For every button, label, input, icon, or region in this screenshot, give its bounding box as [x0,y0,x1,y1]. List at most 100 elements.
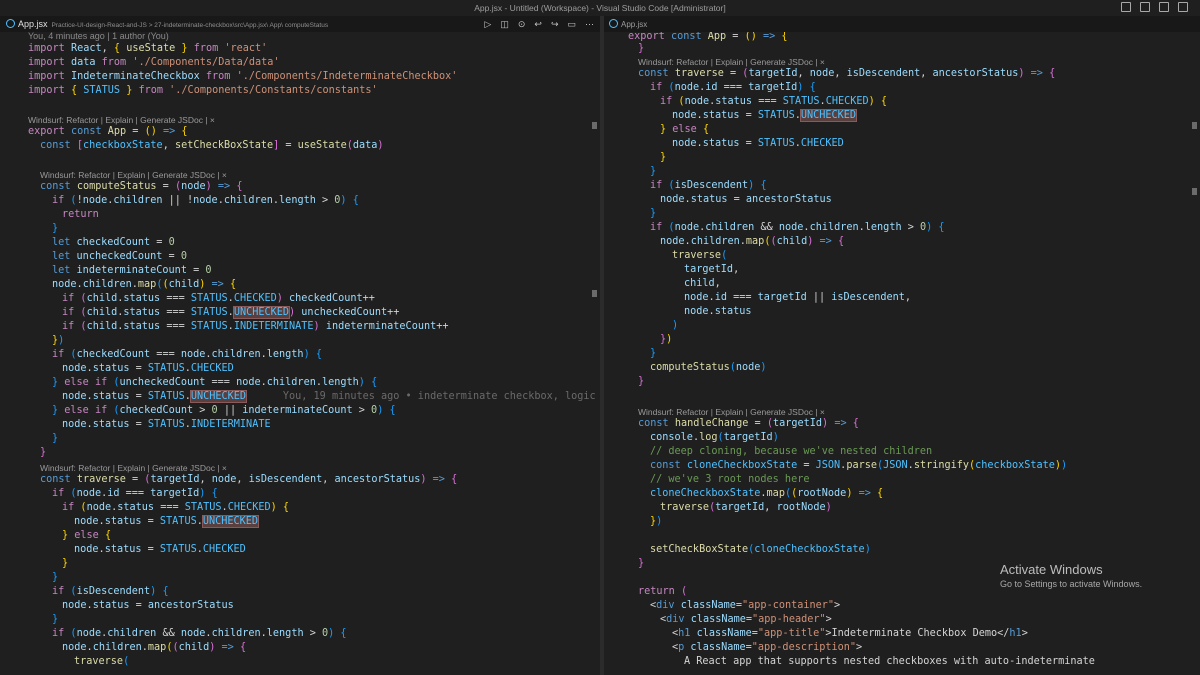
more-icon[interactable]: ⋯ [585,19,594,30]
code-line: child, [684,278,721,289]
scrollbar-marker [592,122,597,129]
code-line: } [660,152,667,163]
code-line: } else { [62,530,112,541]
split-icon[interactable]: ◫ [500,19,509,30]
code-line: } [62,558,69,569]
editor-actions: ▷ ◫ ⊙ ↩ ↪ ▭ ⋯ [484,19,594,30]
code-line: if (child.status === STATUS.INDETERMINAT… [62,321,449,332]
code-line: if (isDescendent) { [52,586,169,597]
code-line: <div className="app-header"> [660,614,832,625]
code-line: import data from './Components/Data/data… [28,57,280,68]
right-tab-row: App.jsx [604,16,1200,32]
code-line: computeStatus(node) [650,362,767,373]
inline-blame[interactable]: You, 19 minutes ago • indeterminate chec… [283,391,600,402]
code-line: node.status = STATUS.CHECKED [74,544,246,555]
code-line: traverse(targetId, rootNode) [660,502,832,513]
code-line: } [650,348,657,359]
code-line: const cloneCheckboxState = JSON.parse(JS… [650,460,1068,471]
code-line: if (node.id === targetId) { [52,488,218,499]
toggle-panel-icon[interactable] [1140,2,1150,12]
code-line: if (checkedCount === node.children.lengt… [52,349,322,360]
code-line: } else { [660,124,710,135]
right-tab-app-jsx[interactable]: App.jsx [609,19,647,29]
code-line: } else if (uncheckedCount === node.child… [52,377,378,388]
title-bar: App.jsx - Untitled (Workspace) - Visual … [0,0,1200,16]
code-line: <p className="app-description"> [672,642,863,653]
toggle-primary-sidebar-icon[interactable] [1121,2,1131,12]
code-line: } [40,447,47,458]
code-line: } [52,614,59,625]
code-line: node.status = ancestorStatus [62,600,234,611]
code-line: const traverse = (targetId, node, isDesc… [638,68,1056,79]
code-line: const handleChange = (targetId) => { [638,418,859,429]
left-tab-app-jsx[interactable]: App.jsx Practice-UI-design-React-and-JS >… [6,19,328,29]
code-line: } [52,433,59,444]
code-line: node.status = STATUS.UNCHECKED [74,515,260,528]
code-line: import React, { useState } from 'react' [28,43,268,54]
forward-icon[interactable]: ↪ [551,19,559,30]
customize-layout-icon[interactable] [1178,2,1188,12]
code-line: // we've 3 root nodes here [650,474,810,485]
tab-label: App.jsx [18,19,48,29]
layout-icon[interactable]: ▭ [567,19,576,30]
code-line: if (node.id === targetId) { [650,82,816,93]
code-line: } [52,223,59,234]
code-line: console.log(targetId) [650,432,779,443]
code-line: import IndeterminateCheckbox from './Com… [28,71,458,82]
code-line: traverse( [74,656,130,667]
code-line: import { STATUS } from './Components/Con… [28,85,378,96]
compare-icon[interactable]: ⊙ [518,19,526,30]
code-line: <h1 className="app-title">Indeterminate … [672,628,1028,639]
back-icon[interactable]: ↩ [534,19,542,30]
code-line: <div className="app-container"> [650,600,841,611]
code-line: } [650,166,657,177]
code-line: node.id === targetId || isDescendent, [684,292,912,303]
code-line: cloneCheckboxState.map((rootNode) => { [650,488,884,499]
code-line: if (node.status === STATUS.CHECKED) { [660,96,888,107]
code-line: } [52,572,59,583]
code-line: const traverse = (targetId, node, isDesc… [40,474,458,485]
left-editor[interactable]: You, 4 minutes ago | 1 author (You) impo… [0,32,600,675]
window-title: App.jsx - Untitled (Workspace) - Visual … [474,3,726,13]
toggle-secondary-sidebar-icon[interactable] [1159,2,1169,12]
code-line: targetId, [684,264,740,275]
watermark-title: Activate Windows [1000,562,1103,577]
code-line: export const App = () => { [628,32,788,42]
code-line: } [650,208,657,219]
code-line: node.status [684,306,752,317]
code-line: node.children.map((child) => { [62,642,247,653]
code-line: let uncheckedCount = 0 [52,251,187,262]
code-line: return [62,209,99,220]
scrollbar-marker [1192,122,1197,129]
code-line: node.status = STATUS.INDETERMINATE [62,419,271,430]
code-line: let indeterminateCount = 0 [52,265,212,276]
code-line: if (!node.children || !node.children.len… [52,195,359,206]
code-line: node.status = STATUS.UNCHECKED You, 19 m… [62,390,600,404]
code-line: ) [672,320,679,331]
breadcrumb[interactable]: Practice-UI-design-React-and-JS > 27-ind… [52,22,329,29]
code-line: node.status = STATUS.CHECKED [672,138,844,149]
layout-controls [1121,2,1188,12]
code-line: } else if (checkedCount > 0 || indetermi… [52,405,396,416]
code-line: if (node.children && node.children.lengt… [650,222,945,233]
run-icon[interactable]: ▷ [484,19,491,30]
code-line: // deep cloning, because we've nested ch… [650,446,933,457]
code-line: export const App = () => { [28,126,188,137]
code-line: }) [660,334,673,345]
code-line: } [638,376,645,387]
code-line: let checkedCount = 0 [52,237,175,248]
react-icon [6,19,15,28]
react-icon [609,19,618,28]
code-line: if (child.status === STATUS.UNCHECKED) u… [62,306,400,319]
activate-windows-watermark: Activate Windows Go to Settings to activ… [1000,562,1142,589]
code-line: } [638,43,645,54]
code-line: }) [52,335,65,346]
code-line: const [checkboxState, setCheckBoxState] … [40,140,384,151]
code-line: } [638,558,645,569]
code-line: node.status = STATUS.UNCHECKED [672,109,858,122]
scrollbar-marker [592,290,597,297]
code-line: node.status = ancestorStatus [660,194,832,205]
code-line: return ( [638,586,688,597]
tab-label: App.jsx [621,20,648,29]
code-line: if (isDescendent) { [650,180,767,191]
